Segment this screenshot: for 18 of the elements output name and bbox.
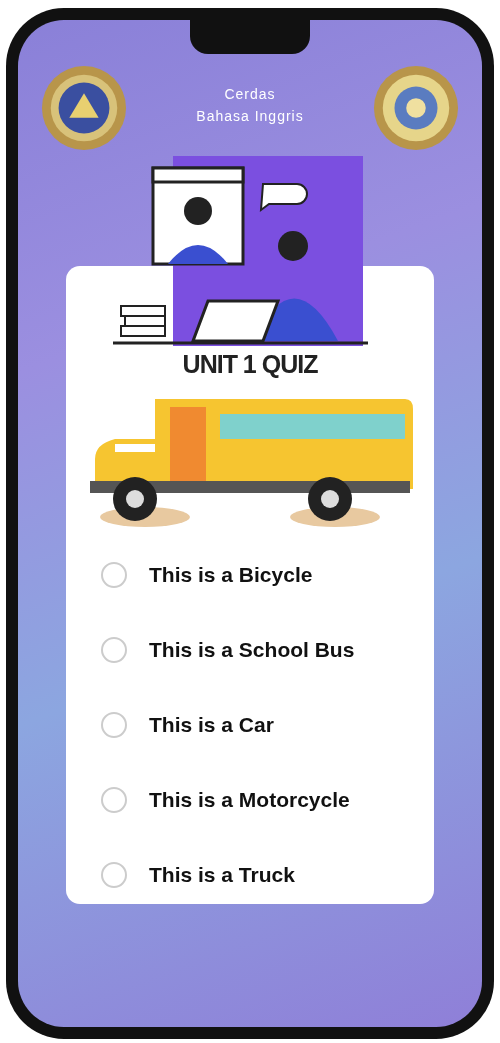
option-label: This is a Truck xyxy=(149,863,295,887)
option-label: This is a Car xyxy=(149,713,274,737)
option-label: This is a Bicycle xyxy=(149,563,313,587)
answer-option[interactable]: This is a Car xyxy=(101,712,434,738)
app-title: Bahasa Inggris xyxy=(196,108,304,124)
option-label: This is a Motorcycle xyxy=(149,788,350,812)
answer-option[interactable]: This is a School Bus xyxy=(101,637,434,663)
radio-button[interactable] xyxy=(101,637,127,663)
answer-option[interactable]: This is a Motorcycle xyxy=(101,787,434,813)
radio-button[interactable] xyxy=(101,862,127,888)
answer-option[interactable]: This is a Bicycle xyxy=(101,562,434,588)
radio-button[interactable] xyxy=(101,712,127,738)
answer-option[interactable]: This is a Truck xyxy=(101,862,434,888)
quiz-title: UNIT 1 QUIZ xyxy=(182,350,318,379)
app-title: Cerdas xyxy=(224,86,276,102)
option-label: This is a School Bus xyxy=(149,638,355,662)
radio-button[interactable] xyxy=(101,787,127,813)
radio-button[interactable] xyxy=(101,562,127,588)
